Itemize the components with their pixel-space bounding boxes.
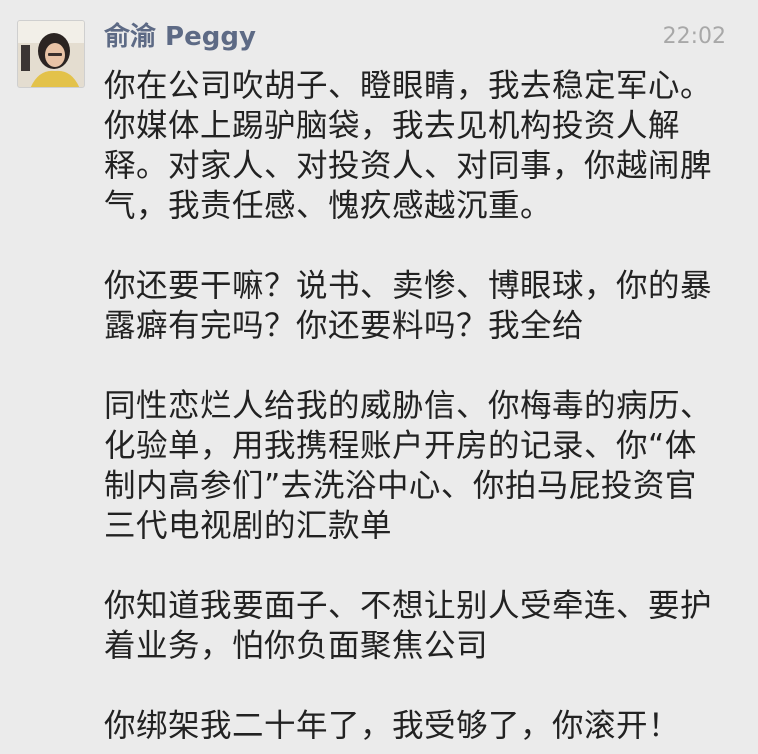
sender-name[interactable]: 俞渝 Peggy xyxy=(104,20,256,54)
message-line: 化验单，用我携程账户开房的记录、你“体 xyxy=(104,428,697,464)
message-paragraph: 你绑架我二十年了，我受够了，你滚开！ xyxy=(104,706,749,746)
message-line: 三代电视剧的汇款单 xyxy=(104,508,393,544)
message-paragraph: 同性恋烂人给我的威胁信、你梅毒的病历、 化验单，用我携程账户开房的记录、你“体 … xyxy=(104,386,749,546)
message-line: 气，我责任感、愧疚感越沉重。 xyxy=(104,188,553,224)
user-avatar-icon xyxy=(18,21,84,87)
avatar[interactable] xyxy=(17,20,85,88)
message-line: 你在公司吹胡子、瞪眼睛，我去稳定军心。 xyxy=(104,68,713,104)
message-line: 你还要干嘛？说书、卖惨、博眼球，你的暴 xyxy=(104,268,713,304)
message-line: 你绑架我二十年了，我受够了，你滚开！ xyxy=(104,708,681,744)
message-line: 同性恋烂人给我的威胁信、你梅毒的病历、 xyxy=(104,388,713,424)
message-paragraph: 你在公司吹胡子、瞪眼睛，我去稳定军心。 你媒体上踢驴脑袋，我去见机构投资人解 释… xyxy=(104,66,749,226)
message-line: 露癖有完吗？你还要料吗？我全给 xyxy=(104,308,585,344)
message-line: 着业务，怕你负面聚焦公司 xyxy=(104,628,489,664)
message-line: 你知道我要面子、不想让别人受牵连、要护 xyxy=(104,588,713,624)
message-timestamp: 22:02 xyxy=(662,24,726,49)
message-line: 制内高参们”去洗浴中心、你拍马屁投资官 xyxy=(104,468,697,504)
message-line: 你媒体上踢驴脑袋，我去见机构投资人解 xyxy=(104,108,681,144)
message-paragraph: 你还要干嘛？说书、卖惨、博眼球，你的暴 露癖有完吗？你还要料吗？我全给 xyxy=(104,266,749,346)
message-line: 释。对家人、对投资人、对同事，你越闹脾 xyxy=(104,148,713,184)
message-body: 你在公司吹胡子、瞪眼睛，我去稳定军心。 你媒体上踢驴脑袋，我去见机构投资人解 释… xyxy=(104,66,749,746)
message-paragraph: 你知道我要面子、不想让别人受牵连、要护 着业务，怕你负面聚焦公司 xyxy=(104,586,749,666)
